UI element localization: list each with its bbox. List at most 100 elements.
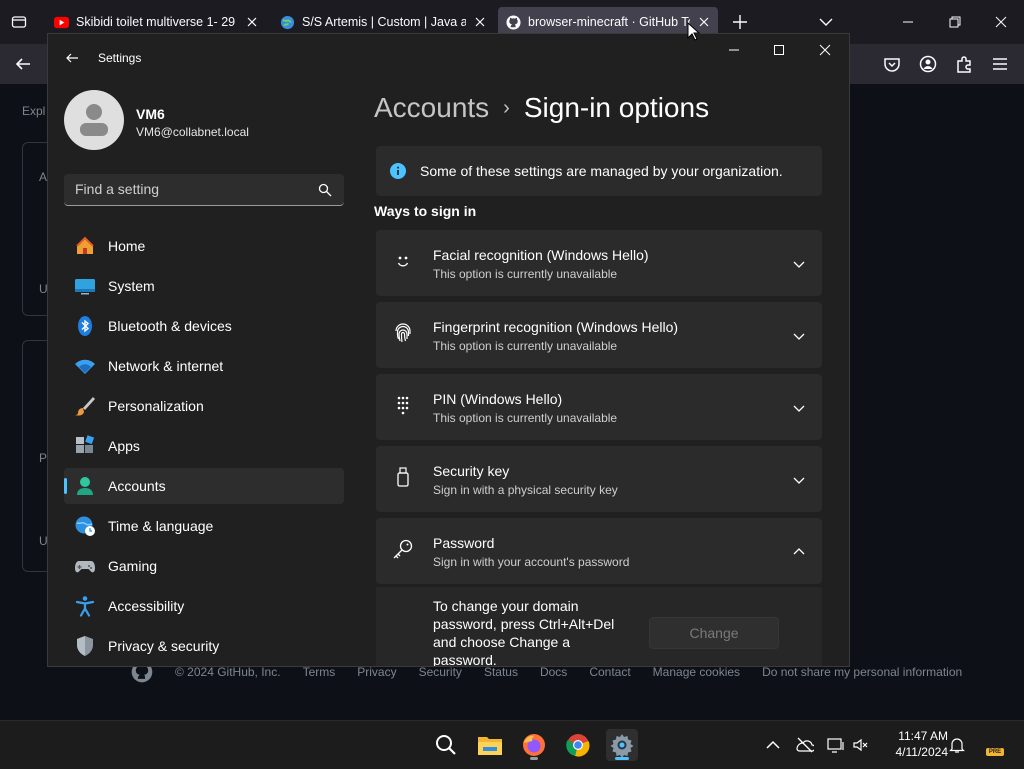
chevron-down-icon[interactable] — [792, 401, 806, 415]
nav-item-home[interactable]: Home — [64, 228, 344, 264]
search-icon — [436, 735, 456, 755]
minimize-icon[interactable] — [898, 12, 918, 32]
option-security-key[interactable]: Security key Sign in with a physical sec… — [376, 446, 822, 512]
account-icon[interactable] — [918, 54, 938, 74]
page-fragment-text: Expl — [22, 104, 46, 118]
close-icon[interactable] — [991, 12, 1011, 32]
active-indicator — [615, 757, 629, 760]
close-tab-icon[interactable] — [244, 14, 260, 30]
list-all-tabs-icon[interactable] — [816, 12, 836, 32]
nav-item-time-language[interactable]: Time & language — [64, 508, 344, 544]
nav-item-apps[interactable]: Apps — [64, 428, 344, 464]
restore-icon[interactable] — [945, 12, 965, 32]
clock-time: 11:47 AM — [898, 729, 948, 743]
breadcrumb: Accounts › Sign-in options — [374, 92, 709, 124]
nav-item-gaming[interactable]: Gaming — [64, 548, 344, 584]
footer-link-terms[interactable]: Terms — [303, 665, 336, 679]
option-subtitle: This option is currently unavailable — [433, 411, 618, 425]
file-explorer-icon — [478, 737, 502, 755]
footer-link-contact[interactable]: Contact — [589, 665, 630, 679]
firefox-view-icon[interactable] — [8, 11, 30, 33]
new-tab-icon[interactable] — [730, 12, 750, 32]
nav-item-accessibility[interactable]: Accessibility — [64, 588, 344, 624]
nav-label: Time & language — [108, 518, 214, 534]
close-tab-icon[interactable] — [472, 14, 488, 30]
option-subtitle: Sign in with a physical security key — [433, 483, 618, 497]
window-title: Settings — [98, 51, 142, 65]
bluetooth-icon — [78, 316, 92, 336]
nav-item-bluetooth[interactable]: Bluetooth & devices — [64, 308, 344, 344]
pocket-icon[interactable] — [882, 54, 902, 74]
maximize-icon[interactable] — [771, 42, 787, 58]
close-icon[interactable] — [817, 42, 833, 58]
info-banner-text: Some of these settings are managed by yo… — [420, 163, 783, 179]
brush-icon — [75, 397, 95, 416]
option-subtitle: Sign in with your account's password — [433, 555, 630, 569]
key-icon — [393, 539, 413, 559]
back-arrow-icon[interactable] — [64, 50, 80, 66]
taskbar-settings[interactable] — [606, 729, 638, 761]
globe-icon — [280, 15, 295, 29]
footer-link-status[interactable]: Status — [484, 665, 518, 679]
search-icon[interactable] — [318, 183, 332, 197]
settings-nav: Home System Bluetooth & devices Network … — [64, 228, 344, 666]
profile-email: VM6@collabnet.local — [136, 125, 249, 139]
user-icon — [80, 104, 108, 136]
option-password[interactable]: Password Sign in with your account's pas… — [376, 518, 822, 584]
network-disconnected-icon[interactable] — [796, 736, 814, 754]
extensions-icon[interactable] — [954, 54, 974, 74]
nav-item-personalization[interactable]: Personalization — [64, 388, 344, 424]
back-arrow-icon[interactable] — [13, 54, 33, 74]
footer-link-security[interactable]: Security — [419, 665, 462, 679]
change-password-button[interactable]: Change — [649, 617, 779, 649]
tab-title: Skibidi toilet multiverse 1- 29 (p — [76, 15, 238, 29]
option-fingerprint[interactable]: Fingerprint recognition (Windows Hello) … — [376, 302, 822, 368]
taskbar-chrome[interactable] — [562, 729, 594, 761]
volume-muted-icon[interactable] — [852, 736, 870, 754]
display-icon[interactable] — [827, 736, 845, 754]
breadcrumb-separator: › — [503, 96, 510, 119]
nav-label: Accessibility — [108, 598, 185, 614]
search-input[interactable] — [64, 174, 315, 204]
nav-item-system[interactable]: System — [64, 268, 344, 304]
chevron-up-icon[interactable] — [764, 736, 782, 754]
avatar[interactable] — [64, 90, 124, 150]
chevron-down-icon[interactable] — [792, 257, 806, 271]
chevron-up-icon[interactable] — [792, 545, 806, 559]
option-subtitle: This option is currently unavailable — [433, 339, 618, 353]
system-icon — [75, 279, 95, 295]
info-icon — [390, 163, 406, 179]
taskbar-file-explorer[interactable] — [474, 729, 506, 761]
minimize-icon[interactable] — [726, 42, 742, 58]
nav-label: Network & internet — [108, 358, 224, 374]
nav-label: Privacy & security — [108, 638, 220, 654]
running-indicator — [530, 757, 538, 760]
system-clock[interactable]: 11:47 AM 4/11/2024 — [876, 728, 949, 760]
footer-link-privacy[interactable]: Privacy — [357, 665, 396, 679]
option-pin[interactable]: PIN (Windows Hello) This option is curre… — [376, 374, 822, 440]
profile-name: VM6 — [136, 106, 165, 122]
wifi-icon — [75, 359, 95, 374]
chevron-down-icon[interactable] — [792, 329, 806, 343]
nav-item-privacy-security[interactable]: Privacy & security — [64, 628, 344, 664]
menu-icon[interactable] — [990, 54, 1010, 74]
option-facial-recognition[interactable]: Facial recognition (Windows Hello) This … — [376, 230, 822, 296]
footer-link-docs[interactable]: Docs — [540, 665, 567, 679]
chevron-down-icon[interactable] — [792, 473, 806, 487]
footer-link-do-not-share[interactable]: Do not share my personal information — [762, 665, 962, 679]
notification-bell-icon[interactable] — [948, 736, 966, 754]
footer-link-cookies[interactable]: Manage cookies — [653, 665, 740, 679]
nav-item-network[interactable]: Network & internet — [64, 348, 344, 384]
breadcrumb-parent[interactable]: Accounts — [374, 92, 489, 124]
search-box — [64, 174, 344, 206]
accounts-icon — [77, 477, 93, 495]
tab-title: S/S Artemis | Custom | Java and — [302, 15, 466, 29]
apps-icon — [76, 435, 95, 453]
footer-copyright: © 2024 GitHub, Inc. — [175, 665, 281, 679]
option-title: Security key — [433, 463, 510, 479]
page-title: Sign-in options — [523, 92, 710, 123]
taskbar-firefox[interactable] — [518, 729, 550, 761]
taskbar-search[interactable] — [430, 729, 462, 761]
nav-item-accounts[interactable]: Accounts — [64, 468, 344, 504]
option-title: Fingerprint recognition (Windows Hello) — [433, 319, 679, 335]
